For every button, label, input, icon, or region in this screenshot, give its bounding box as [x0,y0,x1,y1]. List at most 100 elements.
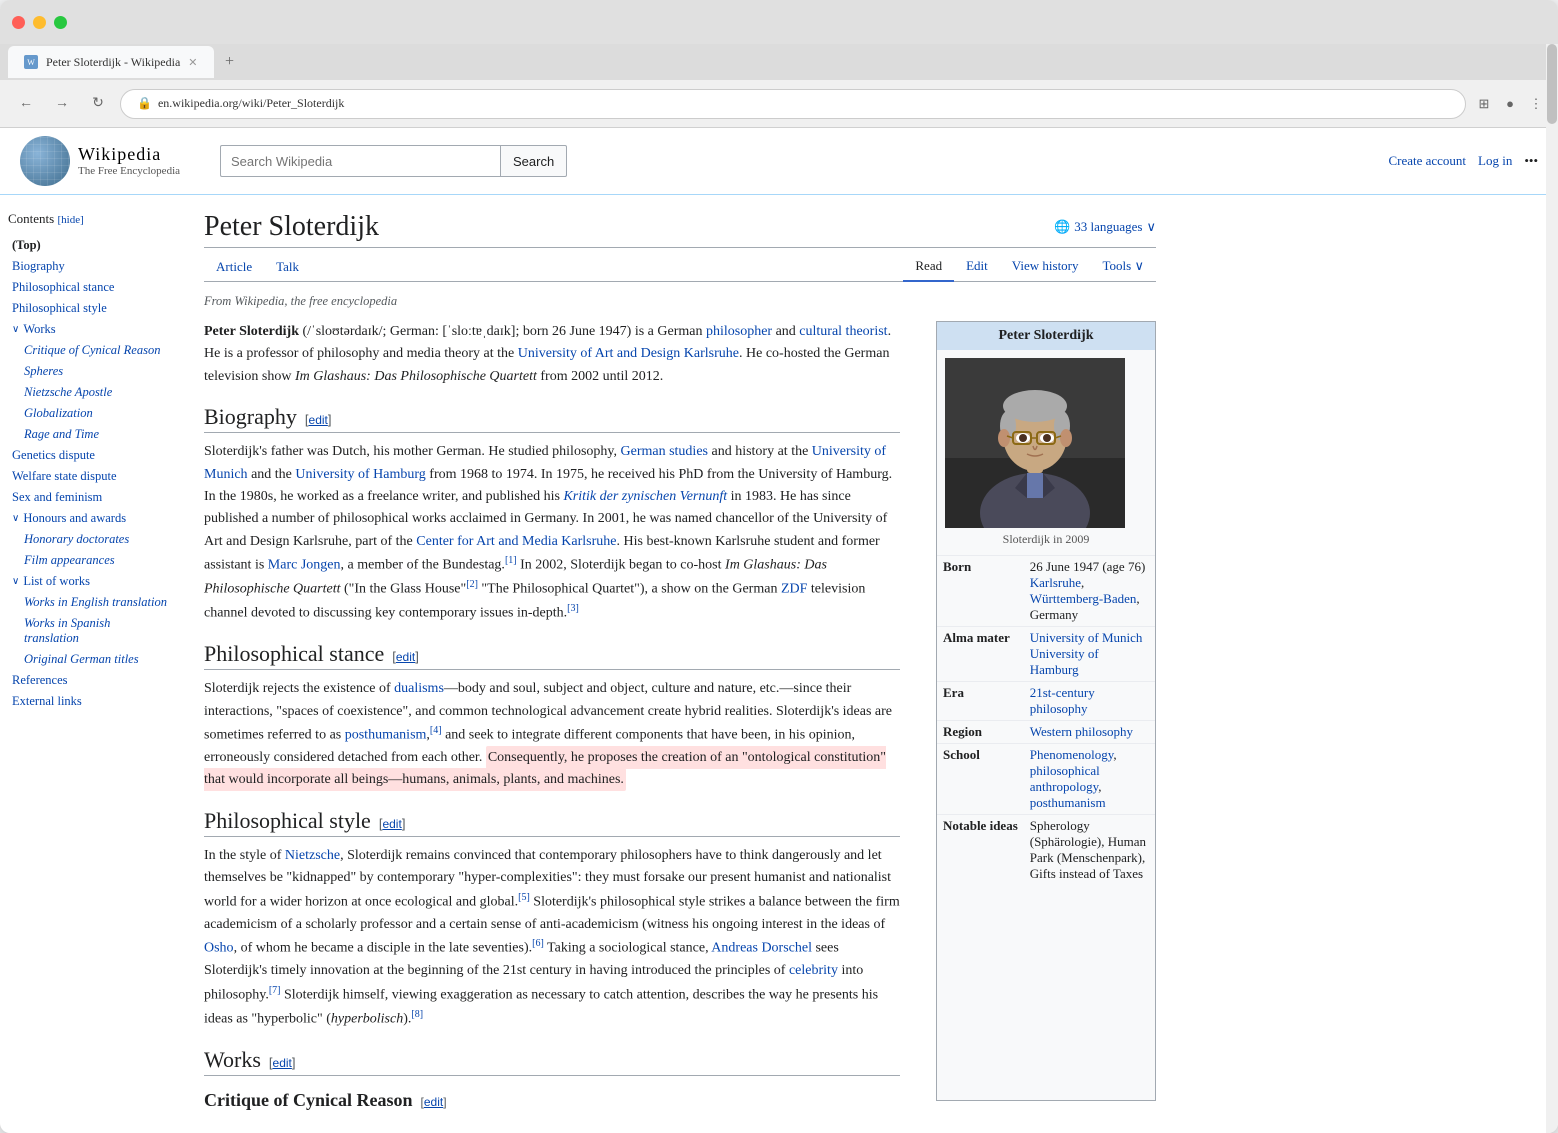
toc-item-honours: ∨ Honours and awards [8,508,172,529]
scrollbar-thumb[interactable] [1547,44,1557,124]
toc-link-globalization[interactable]: Globalization [20,405,172,422]
toc-link-spanish[interactable]: Works in Spanish translation [20,615,172,647]
hamburg-link[interactable]: University of Hamburg [295,467,425,482]
dualisms-link[interactable]: dualisms [394,681,444,696]
more-options[interactable]: ••• [1524,153,1538,169]
toc-item-biography: Biography [8,256,172,277]
jongen-link[interactable]: Marc Jongen [268,558,341,573]
toc-link-philosophical-stance[interactable]: Philosophical stance [8,279,172,296]
posthumanism-link[interactable]: posthumanism [345,728,427,743]
toc-link-external[interactable]: External links [8,693,172,710]
alma-hamburg-link[interactable]: University of Hamburg [1030,646,1099,677]
toc-link-film[interactable]: Film appearances [20,552,172,569]
tab-close-icon[interactable]: ✕ [188,56,197,69]
tab-edit[interactable]: Edit [954,252,1000,281]
philosophical-anthropology-link[interactable]: philosophical anthropology [1030,763,1100,794]
active-tab[interactable]: W Peter Sloterdijk - Wikipedia ✕ [8,46,214,78]
toc-link-top[interactable]: (Top) [8,237,172,254]
tab-view-history[interactable]: View history [1000,252,1091,281]
karlsruhe-link[interactable]: Karlsruhe [1030,575,1081,590]
article-main: Peter Sloterdijk 🌐 33 languages ∨ Articl… [180,195,1180,1133]
era-link[interactable]: 21st-century philosophy [1030,685,1095,716]
forward-button[interactable]: → [48,90,76,118]
toc-link-honorary[interactable]: Honorary doctorates [20,531,172,548]
notable-value: Spherology (Sphärologie), Human Park (Me… [1024,815,1155,886]
toc-link-list-works[interactable]: ∨ List of works [8,573,172,590]
profile-icon[interactable]: ● [1500,94,1520,114]
osho-link[interactable]: Osho [204,941,234,956]
german-studies-link[interactable]: German studies [621,444,708,459]
alma-value: University of Munich University of Hambu… [1024,627,1155,682]
log-in-link[interactable]: Log in [1478,153,1512,169]
toc-link-biography[interactable]: Biography [8,258,172,275]
posthumanism-school-link[interactable]: posthumanism [1030,795,1106,810]
stance-edit-link[interactable]: edit [396,650,415,664]
celebrity-link[interactable]: celebrity [789,963,838,978]
wiki-logo-subtitle: The Free Encyclopedia [78,165,180,178]
toc-link-genetics[interactable]: Genetics dispute [8,447,172,464]
table-of-contents: Contents [hide] (Top) Biography Philosop… [0,195,180,1133]
toc-item-works: ∨ Works [8,319,172,340]
maximize-button[interactable] [54,16,67,29]
works-edit-link[interactable]: edit [273,1056,292,1070]
toc-link-philosophical-style[interactable]: Philosophical style [8,300,172,317]
toc-link-rage-time[interactable]: Rage and Time [20,426,172,443]
chevron-down-icon-2: ∨ [12,513,19,524]
tab-talk[interactable]: Talk [264,253,311,281]
back-button[interactable]: ← [12,90,40,118]
style-text: In the style of Nietzsche, Sloterdijk re… [204,845,900,1031]
toc-link-german-titles[interactable]: Original German titles [20,651,172,668]
center-link[interactable]: Center for Art and Media Karlsruhe [416,534,616,549]
minimize-button[interactable] [33,16,46,29]
toc-item-philosophical-stance: Philosophical stance [8,277,172,298]
kritik-link[interactable]: Kritik der zynischen Vernunft [563,489,727,504]
toc-hide-button[interactable]: [hide] [57,214,83,226]
works-edit-bracket: [edit] [269,1055,296,1070]
biography-edit-link[interactable]: edit [309,413,328,427]
menu-icon[interactable]: ⋮ [1526,94,1546,114]
toc-link-spheres[interactable]: Spheres [20,363,172,380]
region-link[interactable]: Western philosophy [1030,724,1133,739]
toc-link-sex[interactable]: Sex and feminism [8,489,172,506]
toc-link-nietzsche[interactable]: Nietzsche Apostle [20,384,172,401]
toc-link-references[interactable]: References [8,672,172,689]
dorschel-link[interactable]: Andreas Dorschel [711,941,812,956]
tab-article[interactable]: Article [204,253,264,281]
infobox-caption: Sloterdijk in 2009 [945,532,1147,547]
zdf-link[interactable]: ZDF [781,582,807,597]
wiki-content: Contents [hide] (Top) Biography Philosop… [0,195,1558,1133]
notable-label: Notable ideas [937,815,1024,886]
university-link[interactable]: University of Art and Design Karlsruhe [518,346,739,361]
extensions-icon[interactable]: ⊞ [1474,94,1494,114]
toc-link-works[interactable]: ∨ Works [8,321,172,338]
nietzsche-link[interactable]: Nietzsche [285,848,340,863]
toc-link-honours[interactable]: ∨ Honours and awards [8,510,172,527]
chevron-down-icon: ∨ [12,324,19,335]
reload-button[interactable]: ↻ [84,90,112,118]
wiki-search-input[interactable] [220,145,500,177]
wiki-logo-text: Wikipedia The Free Encyclopedia [78,144,180,179]
languages-button[interactable]: 🌐 33 languages ∨ [1054,219,1156,235]
wuerttemberg-link[interactable]: Württemberg-Baden [1030,591,1137,606]
toc-link-welfare[interactable]: Welfare state dispute [8,468,172,485]
translate-icon: 🌐 [1054,219,1070,235]
tab-read[interactable]: Read [903,252,954,282]
close-button[interactable] [12,16,25,29]
toc-link-english[interactable]: Works in English translation [20,594,172,611]
create-account-link[interactable]: Create account [1388,153,1466,169]
toc-item-spanish: Works in Spanish translation [8,613,172,649]
infobox-title: Peter Sloterdijk [937,322,1155,350]
toc-link-critique[interactable]: Critique of Cynical Reason [20,342,172,359]
cultural-theorist-link[interactable]: cultural theorist [799,324,887,339]
philosopher-link[interactable]: philosopher [706,324,772,339]
critique-edit-link[interactable]: edit [424,1095,443,1109]
address-input[interactable]: 🔒 en.wikipedia.org/wiki/Peter_Sloterdijk [120,89,1466,119]
tab-tools[interactable]: Tools ∨ [1091,252,1156,281]
style-edit-link[interactable]: edit [382,817,401,831]
phenomenology-link[interactable]: Phenomenology [1030,747,1114,762]
alma-munich-link[interactable]: University of Munich [1030,630,1143,645]
wiki-search-button[interactable]: Search [500,145,567,177]
infobox-image-area: Sloterdijk in 2009 [937,350,1155,555]
toc-item-top: (Top) [8,235,172,256]
new-tab-button[interactable]: + [218,50,242,74]
